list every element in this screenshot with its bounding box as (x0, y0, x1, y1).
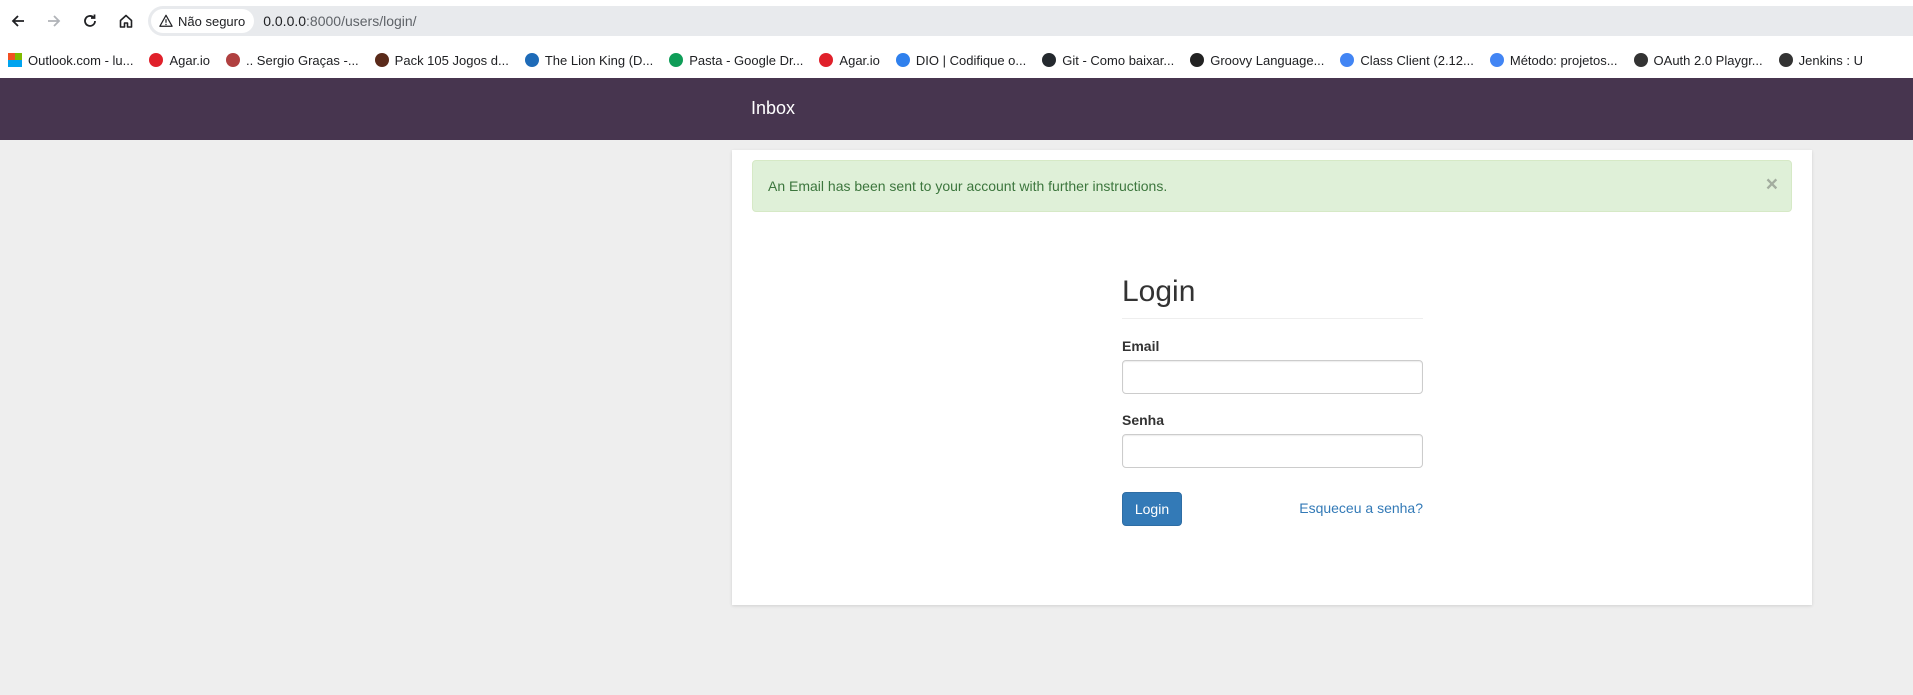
bookmark-item[interactable]: Jenkins : U (1771, 46, 1871, 74)
bookmark-label: Git - Como baixar... (1062, 52, 1175, 68)
bookmark-item[interactable]: Agar.io (811, 46, 887, 74)
github-icon (1042, 53, 1057, 67)
form-actions: Login Esqueceu a senha? (1122, 492, 1423, 526)
back-button[interactable] (0, 0, 36, 42)
browser-toolbar: Não seguro 0.0.0.0:8000/users/login/ (0, 0, 1913, 42)
warning-icon (159, 14, 173, 27)
close-icon[interactable]: × (1766, 174, 1778, 195)
bookmark-item[interactable]: DIO | Codifique o... (888, 46, 1034, 74)
bookmark-item[interactable]: Class Client (2.12... (1332, 46, 1481, 74)
url-path: :8000/users/login/ (306, 13, 417, 29)
google-drive-icon (669, 53, 684, 67)
navbar-brand[interactable]: Inbox (751, 98, 795, 119)
login-form: Login Email Senha Login Esqueceu a senha… (1122, 275, 1423, 526)
bookmark-label: The Lion King (D... (544, 52, 654, 68)
security-chip[interactable]: Não seguro (151, 9, 255, 33)
url-text[interactable]: 0.0.0.0:8000/users/login/ (263, 13, 416, 29)
app-navbar: Inbox (0, 78, 1913, 140)
bookmark-label: .. Sergio Graças -... (245, 52, 359, 68)
bookmark-label: Agar.io (169, 52, 210, 68)
dio-icon (895, 53, 910, 67)
password-label: Senha (1122, 412, 1165, 428)
bookmark-item[interactable]: Git - Como baixar... (1034, 46, 1182, 74)
lion-king-icon (524, 53, 539, 67)
email-label: Email (1122, 338, 1160, 354)
agar-icon (819, 53, 834, 67)
agar-icon (149, 53, 164, 67)
url-host: 0.0.0.0 (263, 13, 307, 29)
bookmark-item[interactable]: Método: projetos... (1482, 46, 1626, 74)
alert-message: An Email has been sent to your account w… (768, 178, 1168, 194)
home-button[interactable] (108, 0, 144, 42)
bookmark-label: DIO | Codifique o... (915, 52, 1027, 68)
arrow-right-icon (48, 15, 61, 27)
bookmark-item[interactable]: .. Sergio Graças -... (218, 46, 367, 74)
bookmark-item[interactable]: Groovy Language... (1182, 46, 1332, 74)
security-label: Não seguro (178, 13, 246, 29)
login-button[interactable]: Login (1122, 492, 1182, 526)
success-alert: An Email has been sent to your account w… (752, 160, 1792, 212)
bookmark-label: Class Client (2.12... (1360, 52, 1474, 68)
reload-icon (84, 14, 96, 27)
reload-button[interactable] (72, 0, 108, 42)
page-title: Login (1122, 275, 1423, 319)
sergio-icon (225, 53, 240, 67)
bookmark-item[interactable]: Outlook.com - lu... (0, 46, 141, 74)
arrow-left-icon (11, 15, 24, 27)
bookmark-label: Groovy Language... (1210, 52, 1325, 68)
pack-icon (374, 53, 389, 67)
bookmark-label: Jenkins : U (1798, 52, 1863, 68)
bookmark-label: Método: projetos... (1509, 52, 1618, 68)
email-field[interactable] (1122, 360, 1423, 394)
microsoft-icon (8, 53, 22, 67)
home-icon (119, 14, 133, 28)
bookmark-item[interactable]: Pasta - Google Dr... (661, 46, 811, 74)
bookmark-item[interactable]: The Lion King (D... (517, 46, 661, 74)
address-bar[interactable]: Não seguro 0.0.0.0:8000/users/login/ (148, 6, 1913, 36)
bookmark-label: Agar.io (839, 52, 880, 68)
forward-button[interactable] (36, 0, 72, 42)
password-field[interactable] (1122, 434, 1423, 468)
bookmark-label: Pack 105 Jogos d... (394, 52, 509, 68)
main-panel: An Email has been sent to your account w… (732, 150, 1812, 605)
google-cloud-icon (1489, 53, 1504, 67)
bookmark-item[interactable]: Agar.io (141, 46, 217, 74)
oauth-icon (1633, 53, 1648, 67)
forgot-password-link[interactable]: Esqueceu a senha? (1299, 500, 1423, 516)
bookmarks-bar: Outlook.com - lu... Agar.io .. Sergio Graç… (0, 42, 1913, 78)
bookmark-item[interactable]: Pack 105 Jogos d... (367, 46, 517, 74)
bookmark-item[interactable]: OAuth 2.0 Playgr... (1626, 46, 1771, 74)
bookmark-label: OAuth 2.0 Playgr... (1653, 52, 1763, 68)
jenkins-icon (1778, 53, 1793, 67)
bookmark-label: Pasta - Google Dr... (689, 52, 804, 68)
groovy-icon (1190, 53, 1205, 67)
google-cloud-icon (1340, 53, 1355, 67)
bookmark-label: Outlook.com - lu... (28, 52, 134, 68)
